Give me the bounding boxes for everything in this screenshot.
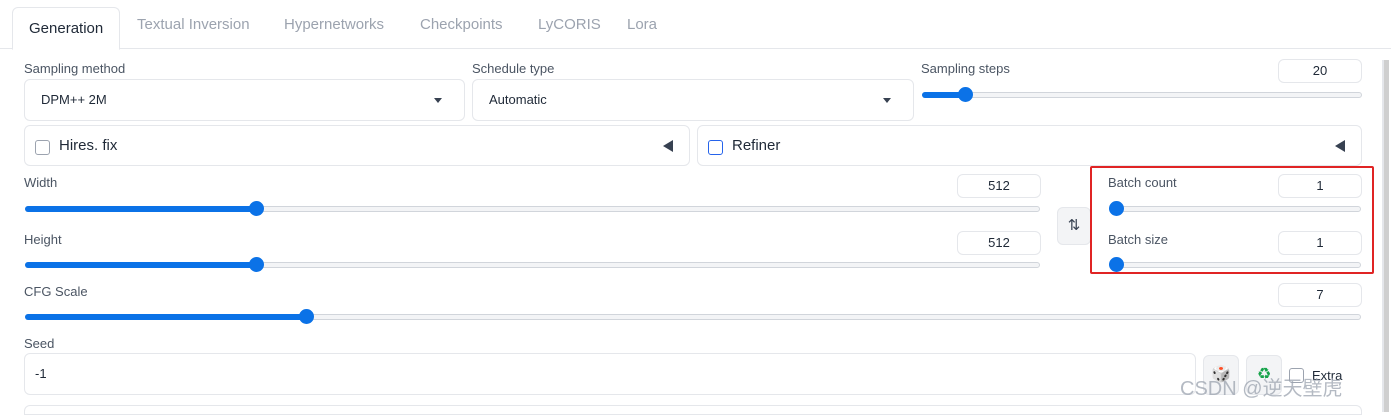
slider-fill bbox=[25, 314, 306, 320]
schedule-type-dropdown[interactable]: Automatic bbox=[472, 79, 914, 121]
sampling-steps-label: Sampling steps bbox=[921, 61, 1010, 76]
hires-fix-label: Hires. fix bbox=[59, 137, 118, 154]
batch-count-slider[interactable] bbox=[1109, 201, 1361, 217]
sampling-steps-slider[interactable] bbox=[922, 87, 1362, 103]
hires-fix-checkbox[interactable] bbox=[35, 140, 50, 155]
sampling-method-dropdown[interactable]: DPM++ 2M bbox=[24, 79, 465, 121]
width-slider[interactable] bbox=[25, 201, 1040, 217]
slider-thumb[interactable] bbox=[249, 257, 264, 272]
swap-dimensions-button[interactable]: ⇅ bbox=[1057, 207, 1091, 245]
slider-track bbox=[922, 92, 1362, 98]
hires-fix-accordion[interactable]: Hires. fix bbox=[24, 125, 690, 166]
height-label: Height bbox=[24, 232, 62, 247]
sampling-steps-input[interactable]: 20 bbox=[1278, 59, 1362, 83]
slider-thumb[interactable] bbox=[958, 87, 973, 102]
cfg-scale-label: CFG Scale bbox=[24, 284, 88, 299]
tab-lora[interactable]: Lora bbox=[627, 16, 657, 33]
chevron-down-icon bbox=[883, 98, 891, 103]
batch-count-input[interactable]: 1 bbox=[1278, 174, 1362, 198]
swap-arrows-icon: ⇅ bbox=[1067, 217, 1081, 234]
tab-textual-inversion[interactable]: Textual Inversion bbox=[137, 16, 250, 33]
slider-thumb[interactable] bbox=[249, 201, 264, 216]
batch-count-label: Batch count bbox=[1108, 175, 1177, 190]
slider-track bbox=[1109, 262, 1361, 268]
slider-track bbox=[1109, 206, 1361, 212]
tab-hypernetworks[interactable]: Hypernetworks bbox=[284, 16, 384, 33]
width-label: Width bbox=[24, 175, 58, 190]
tab-lycoris[interactable]: LyCORIS bbox=[538, 16, 601, 33]
sampling-method-label: Sampling method bbox=[24, 61, 126, 76]
next-section-box bbox=[24, 405, 1362, 415]
refiner-accordion[interactable]: Refiner bbox=[697, 125, 1362, 166]
cfg-scale-slider[interactable] bbox=[25, 309, 1361, 325]
scrollbar-thumb[interactable] bbox=[1384, 60, 1389, 412]
refiner-label: Refiner bbox=[732, 137, 781, 154]
seed-label: Seed bbox=[24, 336, 55, 351]
slider-fill bbox=[25, 262, 256, 268]
schedule-type-label: Schedule type bbox=[472, 61, 555, 76]
slider-thumb[interactable] bbox=[299, 309, 314, 324]
batch-size-slider[interactable] bbox=[1109, 257, 1361, 273]
watermark: CSDN @逆天壁虎 bbox=[1180, 378, 1343, 400]
height-slider[interactable] bbox=[25, 257, 1040, 273]
tab-bar: Generation Textual Inversion Hypernetwor… bbox=[0, 0, 1391, 50]
cfg-scale-input[interactable]: 7 bbox=[1278, 283, 1362, 307]
seed-input[interactable]: -1 bbox=[24, 353, 1196, 395]
chevron-down-icon bbox=[434, 98, 442, 103]
schedule-type-value: Automatic bbox=[489, 92, 547, 107]
batch-size-input[interactable]: 1 bbox=[1278, 231, 1362, 255]
refiner-checkbox[interactable] bbox=[708, 140, 723, 155]
slider-fill bbox=[25, 206, 256, 212]
slider-thumb[interactable] bbox=[1109, 257, 1124, 272]
tab-generation[interactable]: Generation bbox=[12, 7, 121, 50]
collapse-triangle-icon[interactable] bbox=[1335, 140, 1345, 152]
collapse-triangle-icon[interactable] bbox=[663, 140, 673, 152]
height-input[interactable]: 512 bbox=[957, 231, 1041, 255]
width-input[interactable]: 512 bbox=[957, 174, 1041, 198]
batch-size-label: Batch size bbox=[1108, 232, 1168, 247]
tab-checkpoints[interactable]: Checkpoints bbox=[420, 16, 503, 33]
sampling-method-value: DPM++ 2M bbox=[41, 92, 107, 107]
slider-thumb[interactable] bbox=[1109, 201, 1124, 216]
